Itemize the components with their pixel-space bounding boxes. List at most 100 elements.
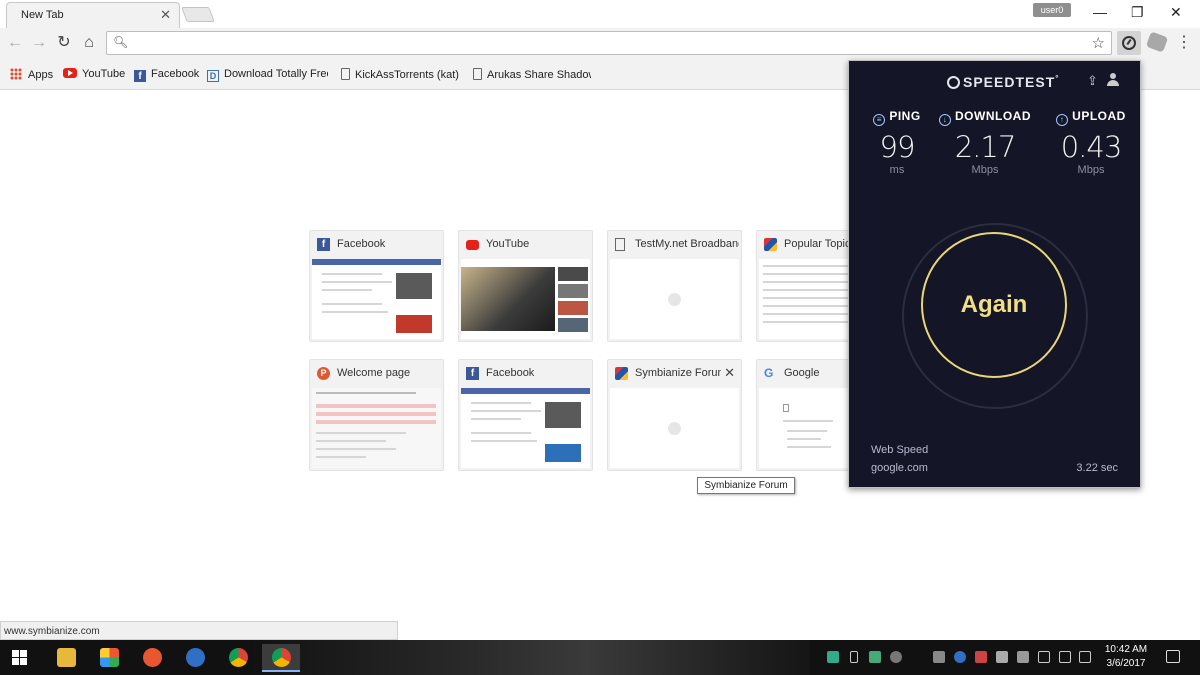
clock-date: 3/6/2017 xyxy=(1106,658,1146,669)
reload-button[interactable]: ↻ xyxy=(53,32,75,54)
extension-icon[interactable] xyxy=(1145,31,1169,53)
profile-button[interactable]: user0 xyxy=(1033,3,1071,17)
usb-icon[interactable] xyxy=(850,651,858,663)
tile-thumbnail xyxy=(312,388,441,468)
omnibox[interactable]: 🔍︎ ☆ xyxy=(106,31,1112,55)
tooltip: Symbianize Forum xyxy=(697,477,795,494)
youtube-icon xyxy=(466,240,479,250)
p-icon: P xyxy=(317,367,330,380)
minimize-button[interactable]: — xyxy=(1093,4,1107,20)
tray-app-icon[interactable] xyxy=(827,651,839,663)
tab-new-tab[interactable]: New Tab ✕ xyxy=(6,2,180,28)
tile-thumbnail xyxy=(461,388,590,468)
taskbar-app-store[interactable] xyxy=(90,644,128,672)
status-bar: www.symbianize.com xyxy=(0,621,398,640)
account-icon[interactable] xyxy=(1107,73,1119,87)
loading-dot xyxy=(668,293,681,306)
page-icon xyxy=(615,238,625,251)
speedtest-popup: SPEEDTEST° ⇪ ≡ PING 99 ms ↓ DOWNLOAD 2.17 … xyxy=(848,60,1141,488)
test-duration: 3.22 sec xyxy=(1076,462,1118,474)
taskbar-chrome[interactable] xyxy=(219,644,257,672)
tile-facebook-2[interactable]: f Facebook xyxy=(458,359,593,471)
chrome-icon xyxy=(272,648,291,667)
volume-icon[interactable] xyxy=(1079,651,1091,663)
wifi-icon[interactable] xyxy=(1059,651,1071,663)
notifications-icon[interactable] xyxy=(1166,650,1180,663)
share-icon[interactable]: ⇪ xyxy=(1087,73,1098,89)
taskbar-file-explorer[interactable] xyxy=(47,644,85,672)
tray-app-icon[interactable] xyxy=(975,651,987,663)
address-input[interactable] xyxy=(131,34,1071,52)
store-icon xyxy=(100,648,119,667)
ping-metric: ≡ PING 99 ms xyxy=(869,109,925,176)
bookmark-arukas[interactable]: Arukas Share Shadow xyxy=(473,68,591,84)
download-arrow-icon: ↓ xyxy=(939,114,951,126)
upload-unit: Mbps xyxy=(1077,164,1105,176)
bookmark-star-icon[interactable]: ☆ xyxy=(1092,34,1105,52)
tray-app-icon[interactable] xyxy=(869,651,881,663)
ping-value: 99 xyxy=(879,130,916,164)
taskbar-chrome-active[interactable] xyxy=(262,644,300,672)
d-icon: D xyxy=(207,70,219,82)
clock-time: 10:42 AM xyxy=(1104,644,1148,655)
facebook-icon: f xyxy=(466,367,479,380)
folder-icon xyxy=(57,648,76,667)
tile-title: Symbianize Forum xyxy=(635,367,721,379)
chrome-menu-button[interactable]: ⋮ xyxy=(1176,33,1192,53)
bookmark-download-totally-free[interactable]: D Download Totally Free xyxy=(207,68,328,84)
restore-button[interactable]: ❐ xyxy=(1131,4,1144,21)
upload-metric: ↑ UPLOAD 0.43 Mbps xyxy=(1051,109,1131,176)
tile-title: TestMy.net Broadband xyxy=(635,238,739,250)
ping-unit: ms xyxy=(889,164,905,176)
bookmark-kickasstorrents[interactable]: KickAssTorrents (kat) F xyxy=(341,68,459,84)
tile-close-icon[interactable]: ✕ xyxy=(724,365,735,381)
network-icon[interactable] xyxy=(996,651,1008,663)
close-window-button[interactable]: ✕ xyxy=(1170,4,1182,21)
tile-testmy-net[interactable]: TestMy.net Broadband xyxy=(607,230,742,342)
search-icon: 🔍︎ xyxy=(113,35,129,49)
speedtest-gauge-icon xyxy=(947,76,960,89)
taskbar-app-rocket[interactable] xyxy=(133,644,171,672)
chrome-icon xyxy=(229,648,248,667)
upload-arrow-icon: ↑ xyxy=(1056,114,1069,126)
taskbar-clock[interactable]: 10:42 AM 3/6/2017 xyxy=(1100,643,1152,671)
ime-icon[interactable] xyxy=(1038,651,1050,663)
again-button[interactable]: Again xyxy=(921,232,1067,378)
ping-icon: ≡ xyxy=(873,114,886,126)
download-unit: Mbps xyxy=(971,164,999,176)
browser-toolbar: ← → ↻ ⌂ 🔍︎ ☆ ⋮ xyxy=(0,28,1200,60)
tab-title: New Tab xyxy=(21,9,64,21)
tile-title: Facebook xyxy=(486,367,535,379)
page-icon xyxy=(473,68,482,80)
new-tab-button[interactable] xyxy=(181,7,215,22)
tile-symbianize-forum[interactable]: Symbianize Forum ✕ xyxy=(607,359,742,471)
tray-app-icon[interactable] xyxy=(933,651,945,663)
tab-strip: New Tab ✕ user0 — ❐ ✕ xyxy=(0,0,1200,28)
tray-app-icon[interactable] xyxy=(1017,651,1029,663)
forward-button[interactable]: → xyxy=(28,32,50,54)
tile-facebook[interactable]: f Facebook xyxy=(309,230,444,342)
loading-dot xyxy=(668,422,681,435)
bookmark-facebook[interactable]: f Facebook xyxy=(134,68,200,84)
back-button[interactable]: ← xyxy=(4,32,26,54)
tile-thumbnail xyxy=(610,259,739,339)
source-label: Web Speed xyxy=(871,444,929,456)
tile-youtube[interactable]: YouTube xyxy=(458,230,593,342)
symbianize-icon xyxy=(764,238,777,251)
speedtest-extension-button[interactable] xyxy=(1117,31,1141,55)
taskbar-app-globe[interactable] xyxy=(176,644,214,672)
tray-app-icon[interactable] xyxy=(954,651,966,663)
tile-thumbnail xyxy=(461,259,590,339)
windows-start-icon[interactable] xyxy=(12,650,28,666)
bookmark-apps[interactable]: Apps xyxy=(10,68,60,84)
tray-app-icon[interactable] xyxy=(890,651,902,663)
rocket-icon xyxy=(143,648,162,667)
facebook-icon: f xyxy=(317,238,330,251)
tile-title: Welcome page xyxy=(337,367,411,379)
download-metric: ↓ DOWNLOAD 2.17 Mbps xyxy=(937,109,1033,176)
tile-title: Facebook xyxy=(337,238,386,250)
tile-welcome-page[interactable]: P Welcome page xyxy=(309,359,444,471)
bookmark-youtube[interactable]: YouTube xyxy=(63,68,127,84)
tab-close-icon[interactable]: ✕ xyxy=(160,7,171,23)
home-button[interactable]: ⌂ xyxy=(78,32,100,54)
